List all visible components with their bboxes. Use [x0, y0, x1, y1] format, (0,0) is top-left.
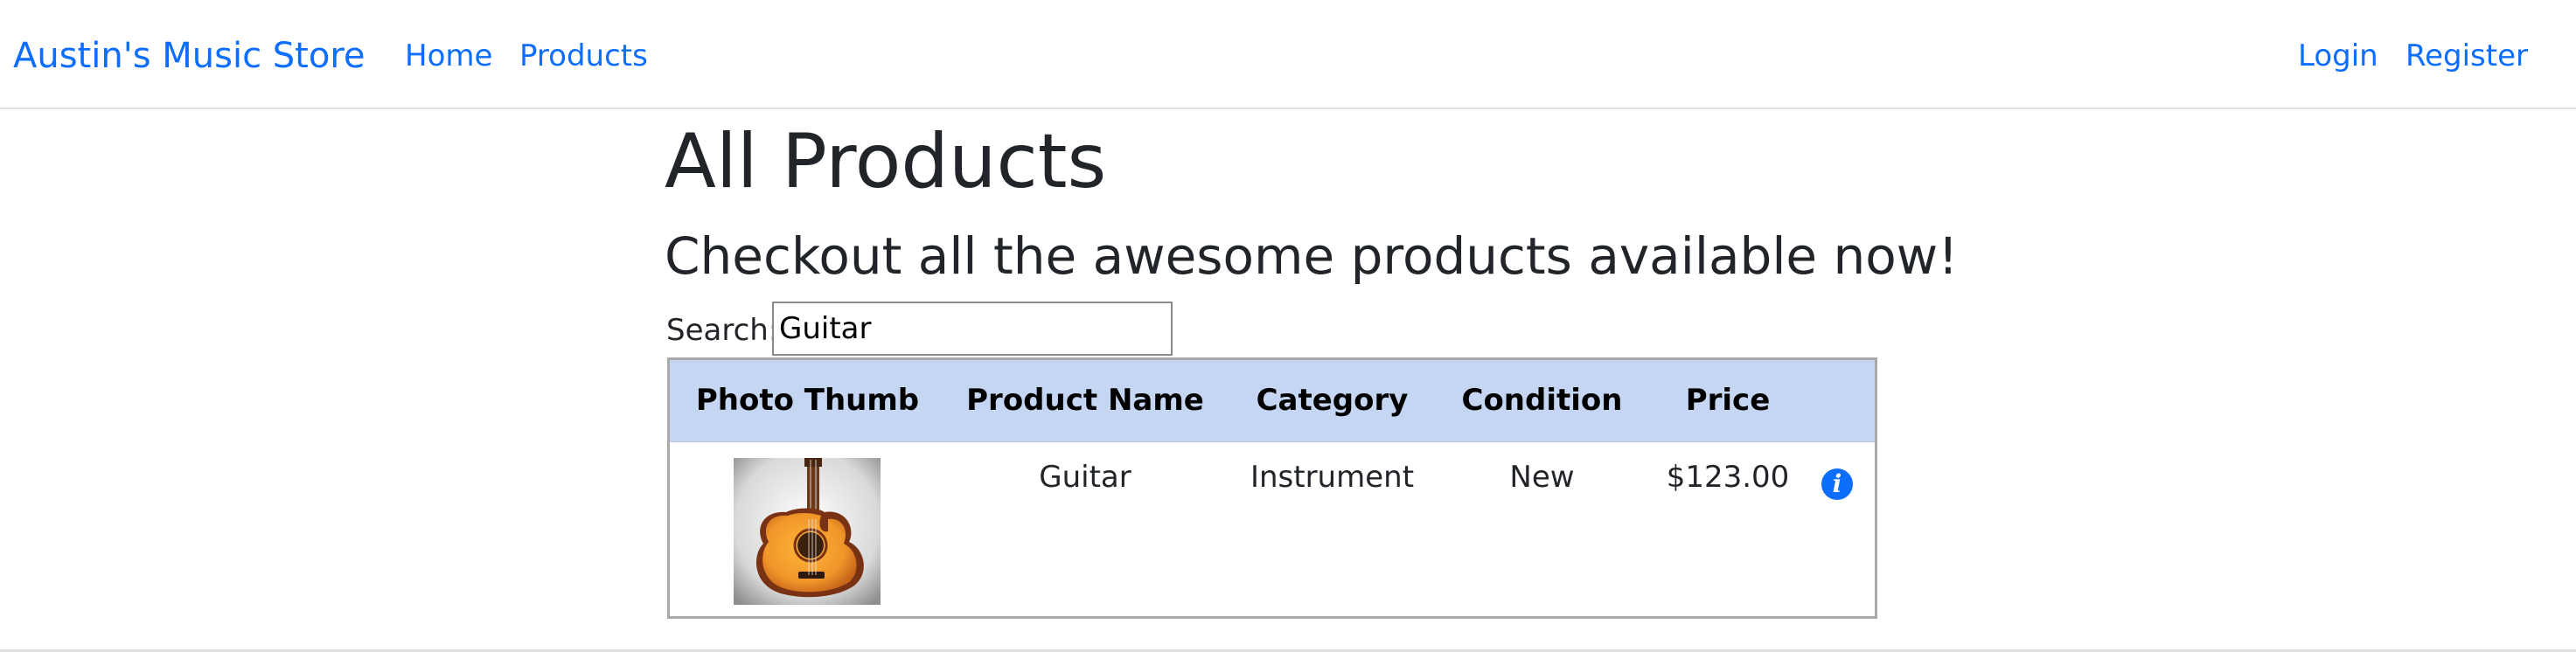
table-row: Guitar Instrument New $123.00 i — [670, 442, 1875, 617]
category-cell: Instrument — [1250, 460, 1415, 495]
page-title: All Products — [665, 118, 1107, 205]
nav-home-link[interactable]: Home — [405, 33, 492, 79]
table-header-row: Photo Thumb Product Name Category Condit… — [670, 360, 1875, 442]
search-label: Search: — [666, 313, 779, 348]
column-header-photo-thumb: Photo Thumb — [695, 383, 920, 418]
page-subtitle: Checkout all the awesome products availa… — [665, 226, 1959, 286]
product-name-cell: Guitar — [1039, 460, 1131, 495]
price-cell: $123.00 — [1666, 460, 1790, 495]
nav-login-link[interactable]: Login — [2298, 33, 2378, 79]
brand-link[interactable]: Austin's Music Store — [13, 31, 366, 80]
column-header-category: Category — [1256, 383, 1409, 418]
column-header-product-name: Product Name — [966, 383, 1204, 418]
navbar: Austin's Music Store Home Products Login… — [0, 0, 2576, 109]
column-header-condition: Condition — [1461, 383, 1623, 418]
condition-cell: New — [1509, 460, 1575, 495]
products-table: Photo Thumb Product Name Category Condit… — [667, 357, 1877, 619]
column-header-price: Price — [1685, 383, 1771, 418]
guitar-thumbnail-icon[interactable] — [734, 458, 881, 605]
nav-register-link[interactable]: Register — [2405, 33, 2528, 79]
search-input[interactable] — [772, 302, 1173, 356]
nav-products-link[interactable]: Products — [519, 33, 648, 79]
info-icon[interactable]: i — [1821, 468, 1853, 500]
